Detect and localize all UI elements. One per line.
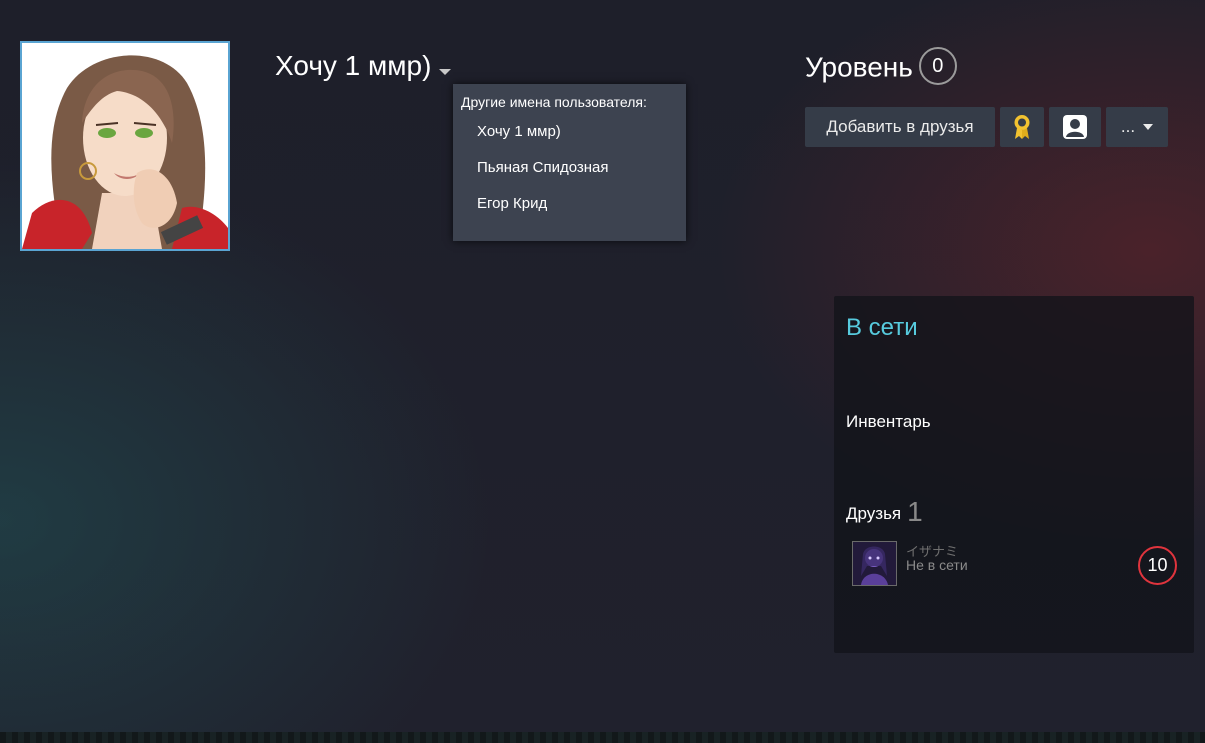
alias-item: Пьяная Спидозная [477, 159, 609, 176]
friends-label: Друзья [846, 504, 902, 523]
alias-item: Хочу 1 ммр) [477, 123, 561, 140]
profile-sidebar-panel: В сети Инвентарь Друзья 1 イザナミ Не в сети … [834, 296, 1194, 653]
alias-dropdown: Другие имена пользователя: Хочу 1 ммр) П… [453, 84, 686, 241]
alias-item: Егор Крид [477, 195, 548, 212]
profile-avatar [20, 41, 230, 251]
add-friend-label: Добавить в друзья [826, 117, 974, 136]
level-badge[interactable]: 0 [918, 47, 957, 85]
friend-avatar-image [853, 542, 896, 585]
friends-count: 1 [907, 496, 923, 527]
profile-button[interactable] [1049, 107, 1101, 147]
avatar-illustration [22, 43, 228, 249]
page-footer-strip [0, 732, 1205, 743]
caret-down-icon [1143, 124, 1154, 130]
add-friend-button[interactable]: Добавить в друзья [805, 107, 995, 147]
online-status: В сети [846, 314, 918, 341]
friend-level-badge: 10 [1138, 546, 1177, 585]
friend-status: Не в сети [906, 557, 968, 573]
level-label: Уровень [805, 51, 913, 83]
more-label: ... [1120, 117, 1136, 136]
alias-dropdown-title: Другие имена пользователя: [461, 94, 647, 110]
friend-list-item[interactable]: イザナミ Не в сети 10 [852, 541, 1182, 587]
persona-name-toggle[interactable]: Хочу 1 ммр) [275, 50, 452, 82]
more-actions-button[interactable]: ... [1106, 107, 1168, 147]
caret-down-icon [439, 68, 452, 75]
award-ribbon-icon [1014, 115, 1030, 139]
friends-header[interactable]: Друзья 1 [846, 496, 923, 528]
profile-level: Уровень 0 [805, 47, 957, 88]
inventory-link[interactable]: Инвентарь [846, 412, 931, 432]
persona-name: Хочу 1 ммр) [275, 50, 432, 81]
badge-button[interactable] [1000, 107, 1044, 147]
friend-avatar[interactable] [852, 541, 897, 586]
user-silhouette-icon [1063, 115, 1087, 139]
